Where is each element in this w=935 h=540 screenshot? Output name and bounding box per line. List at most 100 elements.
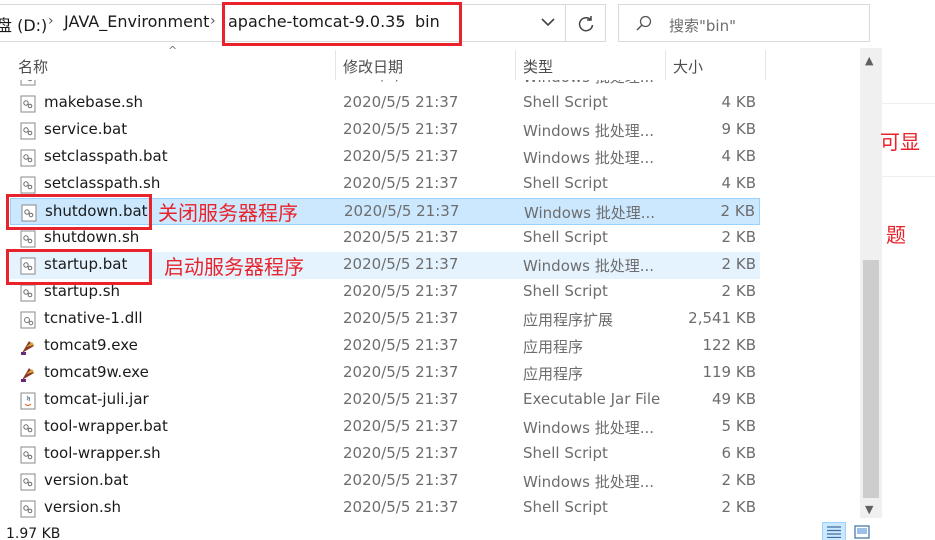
chevron-down-icon[interactable]	[536, 10, 560, 34]
file-size: 4 KB	[721, 147, 756, 165]
column-name-header[interactable]: 名称	[18, 56, 48, 77]
search-placeholder: 搜索"bin"	[669, 17, 736, 35]
file-name: version.bat	[44, 471, 129, 489]
breadcrumb-java-environment[interactable]: JAVA_Environment	[64, 12, 209, 31]
file-type: Windows 批处理...	[523, 473, 655, 491]
column-separator[interactable]	[665, 50, 666, 80]
details-view-button[interactable]	[822, 522, 846, 540]
large-icons-view-icon	[854, 525, 870, 539]
file-modified-date: 2020/5/5 21:37	[343, 255, 459, 273]
table-row[interactable]: tool-wrapper.sh 2020/5/5 21:37 Shell Scrip…	[10, 441, 760, 468]
file-modified-date: 2020/5/5 21:37	[343, 174, 459, 192]
file-type: Shell Script	[523, 174, 608, 192]
script-file-icon	[20, 284, 36, 302]
file-type: Shell Script	[523, 228, 608, 246]
file-name: version.sh	[44, 498, 122, 516]
file-type: Shell Script	[523, 498, 608, 516]
table-row[interactable]: makebase.bat 2020/5/5 21:37 Windows 批处理...…	[10, 80, 760, 90]
file-size: 4 KB	[722, 80, 756, 84]
table-row[interactable]: tool-wrapper.bat 2020/5/5 21:37 Windows 批处…	[10, 414, 760, 441]
file-size: 5 KB	[721, 417, 756, 435]
column-type-header[interactable]: 类型	[523, 56, 553, 77]
table-row[interactable]: setclasspath.bat 2020/5/5 21:37 Windows 批处…	[10, 144, 760, 171]
file-modified-date: 2020/5/5 21:37	[344, 202, 460, 220]
file-name: shutdown.sh	[44, 228, 140, 246]
file-type: Shell Script	[523, 444, 608, 462]
column-separator[interactable]	[765, 50, 766, 80]
scrollbar-thumb[interactable]	[863, 260, 879, 498]
file-modified-date: 2020/5/5 21:37	[343, 93, 459, 111]
dll-file-icon	[20, 311, 36, 329]
file-name: tool-wrapper.sh	[44, 444, 161, 462]
path-highlight-box	[222, 2, 462, 46]
file-name: tomcat9.exe	[44, 336, 138, 354]
file-modified-date: 2020/5/5 21:37	[343, 498, 459, 516]
file-size: 2 KB	[720, 202, 755, 220]
divider	[882, 176, 935, 177]
column-header: ^ 名称 修改日期 类型 大小	[0, 44, 860, 80]
file-size: 2,541 KB	[688, 309, 756, 327]
startup-highlight-box	[6, 249, 152, 285]
file-size: 2 KB	[721, 471, 756, 489]
file-list: makebase.bat 2020/5/5 21:37 Windows 批处理...…	[0, 80, 860, 518]
script-file-icon	[20, 149, 36, 167]
table-row[interactable]: tcnative-1.dll 2020/5/5 21:37 应用程序扩展 2,541 …	[10, 306, 760, 333]
file-modified-date: 2020/5/5 21:37	[343, 390, 459, 408]
scroll-up-arrow-icon[interactable]: ▲	[865, 54, 873, 67]
file-type: 应用程序	[523, 338, 584, 356]
chevron-right-icon[interactable]: ›	[210, 13, 216, 29]
file-size: 49 KB	[712, 390, 756, 408]
breadcrumb-drive[interactable]: 盘 (D:)	[0, 12, 47, 36]
table-row[interactable]: service.bat 2020/5/5 21:37 Windows 批处理... 9…	[10, 117, 760, 144]
file-size: 122 KB	[702, 336, 756, 354]
file-modified-date: 2020/5/5 21:37	[343, 147, 459, 165]
background-text-1: 可显	[880, 130, 920, 154]
file-modified-date: 2020/5/5 21:37	[343, 120, 459, 138]
refresh-button[interactable]	[566, 4, 606, 42]
file-type: Shell Script	[523, 282, 608, 300]
chevron-right-icon[interactable]: ›	[48, 13, 54, 29]
file-modified-date: 2020/5/5 21:37	[343, 363, 459, 381]
file-size: 9 KB	[721, 120, 756, 138]
file-size: 4 KB	[721, 174, 756, 192]
file-size: 2 KB	[721, 282, 756, 300]
vertical-scrollbar[interactable]: ▲ ▼	[860, 48, 882, 518]
file-modified-date: 2020/5/5 21:37	[343, 417, 459, 435]
script-file-icon	[20, 473, 36, 491]
table-row[interactable]: makebase.sh 2020/5/5 21:37 Shell Script 4 K…	[10, 90, 760, 117]
address-bar: 盘 (D:) › JAVA_Environment › apache-tomca…	[0, 0, 935, 48]
column-separator[interactable]	[515, 50, 516, 80]
column-separator[interactable]	[335, 50, 336, 80]
file-type: Windows 批处理...	[523, 257, 655, 275]
large-icons-view-button[interactable]	[850, 522, 874, 540]
table-row[interactable]: version.sh 2020/5/5 21:37 Shell Script 2 KB	[10, 495, 760, 518]
script-file-icon	[20, 95, 36, 113]
details-view-icon	[827, 526, 841, 538]
column-date-header[interactable]: 修改日期	[343, 56, 403, 77]
script-file-icon	[20, 419, 36, 437]
script-file-icon	[20, 122, 36, 140]
column-size-header[interactable]: 大小	[673, 56, 703, 77]
table-row[interactable]: tomcat9.exe 2020/5/5 21:37 应用程序 122 KB	[10, 333, 760, 360]
file-modified-date: 2020/5/5 21:37	[343, 444, 459, 462]
shutdown-annotation: 关闭服务器程序	[158, 201, 298, 225]
file-modified-date: 2020/5/5 21:37	[343, 471, 459, 489]
scroll-down-arrow-icon[interactable]: ▼	[865, 503, 873, 516]
shutdown-highlight-box	[6, 194, 152, 230]
file-size: 2 KB	[721, 498, 756, 516]
tomcat-exe-icon	[21, 368, 34, 382]
file-modified-date: 2020/5/5 21:37	[343, 80, 458, 84]
table-row[interactable]: version.bat 2020/5/5 21:37 Windows 批处理... 2…	[10, 468, 760, 495]
file-type: Windows 批处理...	[523, 122, 655, 140]
table-row[interactable]: tomcat9w.exe 2020/5/5 21:37 应用程序 119 KB	[10, 360, 760, 387]
search-input[interactable]: 搜索"bin"	[618, 4, 870, 42]
script-file-icon	[20, 80, 36, 86]
startup-annotation: 启动服务器程序	[164, 255, 304, 279]
file-size: 6 KB	[721, 444, 756, 462]
background-webpage: 可显 题	[880, 0, 935, 540]
file-name: tomcat9w.exe	[44, 363, 149, 381]
file-name: makebase.sh	[44, 93, 144, 111]
file-type: Executable Jar File	[523, 390, 661, 408]
jar-file-icon	[20, 392, 36, 410]
table-row[interactable]: tomcat-juli.jar 2020/5/5 21:37 Executable …	[10, 387, 760, 414]
